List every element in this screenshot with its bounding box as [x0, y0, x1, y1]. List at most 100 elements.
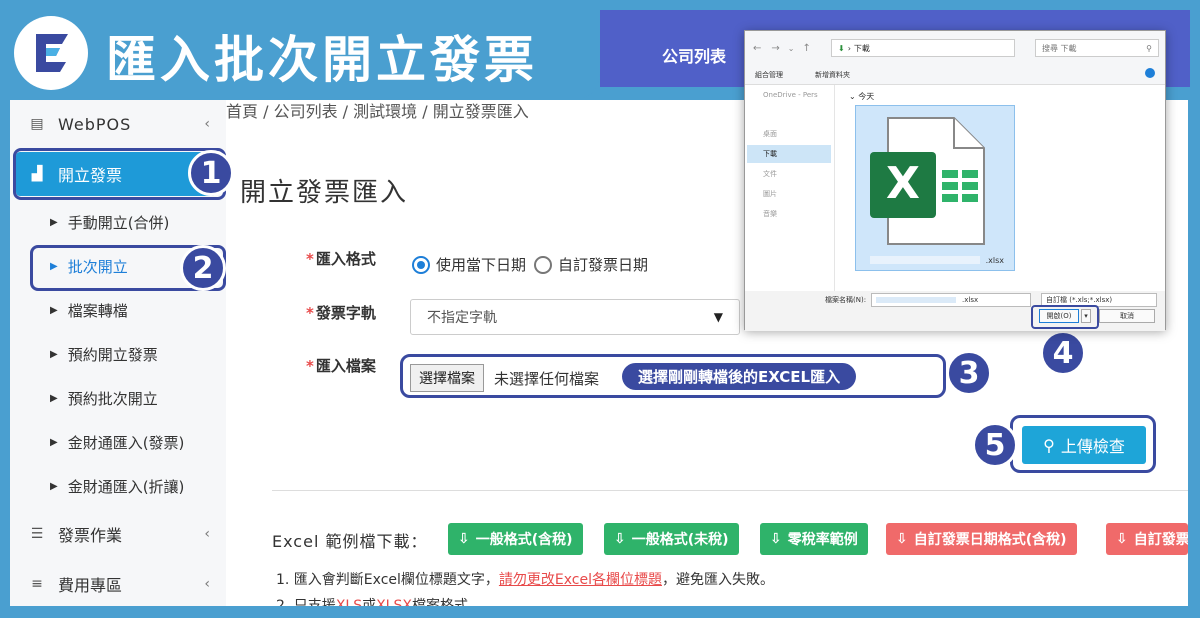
sub-item-schedule-batch[interactable]: ▶ 預約批次開立 [50, 388, 158, 409]
sub-item-label: 金財通匯入(發票) [67, 434, 185, 452]
chevron-left-icon: ‹ [204, 526, 210, 542]
caret-right-icon: ▶ [50, 305, 58, 316]
download-general-notax-button[interactable]: ⇩ 一般格式(未稅) [604, 523, 739, 555]
note-link[interactable]: 請勿更改Excel各欄位標題 [499, 572, 662, 588]
list-icon: ☰ [30, 526, 44, 542]
forward-arrow-icon[interactable]: → [771, 43, 779, 54]
radio-current-date[interactable]: 使用當下日期 [412, 254, 526, 275]
caret-right-icon: ▶ [50, 217, 58, 228]
sub-item-schedule[interactable]: ▶ 預約開立發票 [50, 344, 158, 365]
nav-documents[interactable]: 文件 [763, 169, 777, 179]
step-4-badge: 4 [1040, 330, 1086, 376]
download-zero-tax-button[interactable]: ⇩ 零稅率範例 [760, 523, 868, 555]
file-name-label: .xlsx [985, 256, 1004, 265]
track-label: * 發票字軌 [306, 304, 376, 322]
banner-title: 匯入批次開立發票 [106, 31, 538, 89]
header-banner: 匯入批次開立發票 [0, 0, 600, 100]
radio-custom-date[interactable]: 自訂發票日期 [534, 254, 648, 275]
open-dropdown-icon[interactable]: ▾ [1081, 309, 1091, 323]
logo-mark [36, 34, 68, 72]
chevron-left-icon: ‹ [204, 576, 210, 592]
filename-label: 檔案名稱(N): [825, 296, 867, 304]
note-1: 1. 匯入會判斷Excel欄位標題文字，請勿更改Excel各欄位標題，避免匯入失… [276, 572, 774, 588]
upload-check-button[interactable]: ⚲ 上傳檢查 [1022, 426, 1146, 464]
bars-icon: ≡ [31, 576, 43, 592]
chevron-left-icon: ‹ [204, 116, 210, 132]
download-custom-button[interactable]: ⇩ 自訂發票 [1106, 523, 1188, 555]
page-title: 開立發票匯入 [240, 178, 409, 208]
address-path: 下載 [853, 43, 870, 53]
note-2: 2. 只支援XLS或XLSX檔案格式。 [276, 598, 482, 606]
download-general-tax-button[interactable]: ⇩ 一般格式(含稅) [448, 523, 583, 555]
up-arrow-icon[interactable]: ↑ [802, 43, 810, 54]
step-5-badge: 5 [972, 422, 1018, 468]
help-icon[interactable] [1145, 68, 1155, 78]
format-label: * 匯入格式 [306, 250, 376, 268]
back-arrow-icon[interactable]: ← [753, 43, 761, 54]
file-hint-pill: 選擇剛剛轉檔後的EXCEL匯入 [622, 363, 857, 390]
brand-logo [14, 16, 88, 90]
dialog-bottom-bar: 檔案名稱(N): .xlsx 自訂檔 (*.xls;*.xlsx) 開啟(O) … [745, 291, 1165, 331]
sidebar-item-label: 發票作業 [58, 526, 123, 545]
sidebar-item-webpos[interactable]: ▤ WebPOS ‹ [10, 110, 226, 138]
sub-item-import-allowance[interactable]: ▶ 金財通匯入(折讓) [50, 476, 184, 497]
sub-item-label: 預約開立發票 [67, 346, 158, 364]
address-bar[interactable]: ⬇ › 下載 [831, 39, 1015, 57]
excel-file-tile[interactable]: X .xlsx [855, 105, 1015, 271]
sub-item-import-invoice[interactable]: ▶ 金財通匯入(發票) [50, 432, 184, 453]
sub-item-label: 手動開立(合併) [67, 214, 170, 232]
nav-onedrive[interactable]: OneDrive - Pers [763, 91, 818, 99]
radio-dot [534, 255, 553, 274]
caret-right-icon: ▶ [50, 393, 58, 404]
search-icon: ⚲ [1043, 435, 1055, 455]
track-select-value: 不指定字軌 [427, 310, 497, 326]
sidebar-item-fees[interactable]: ≡ 費用專區 ‹ [10, 570, 226, 598]
nav-pictures[interactable]: 圖片 [763, 189, 777, 199]
download-folder-icon: ⬇ [838, 43, 845, 53]
cancel-button[interactable]: 取消 [1099, 309, 1155, 323]
step-3-badge: 3 [946, 350, 992, 396]
sidebar-item-label: WebPOS [58, 114, 132, 134]
cloud-download-icon: ⇩ [896, 531, 908, 547]
dialog-file-pane: ⌄ 今天 X .xlsx [839, 85, 1155, 291]
dialog-nav-pane: OneDrive - Pers 桌面 下載 文件 圖片 音樂 [745, 85, 835, 291]
sub-item-label: 檔案轉檔 [67, 302, 128, 320]
caret-right-icon: ▶ [50, 481, 58, 492]
dialog-search-input[interactable]: 搜尋 下載 ⚲ [1035, 39, 1159, 57]
filename-blur [876, 297, 956, 303]
step-1-badge: 1 [188, 150, 234, 196]
cloud-download-icon: ⇩ [1116, 531, 1128, 547]
sidebar-item-label: 費用專區 [58, 576, 123, 595]
track-select[interactable]: 不指定字軌 ▼ [410, 299, 740, 335]
sub-item-label: 預約批次開立 [67, 390, 158, 408]
chevron-down-icon[interactable]: ⌄ [788, 44, 795, 53]
nav-music[interactable]: 音樂 [763, 209, 777, 219]
new-folder-button[interactable]: 新增資料夾 [815, 70, 850, 80]
nav-desktop[interactable]: 桌面 [763, 129, 777, 139]
choose-file-button[interactable]: 選擇檔案 [410, 364, 484, 392]
caret-down-icon: ▼ [713, 310, 723, 324]
sub-item-label: 金財通匯入(折讓) [67, 478, 185, 496]
file-name-blur [870, 256, 980, 264]
filename-value: .xlsx [962, 296, 979, 304]
sub-item-manual[interactable]: ▶ 手動開立(合併) [50, 212, 169, 233]
radio-dot [412, 255, 430, 274]
caret-right-icon: ▶ [50, 349, 58, 360]
breadcrumb: 首頁 / 公司列表 / 測試環境 / 開立發票匯入 [226, 102, 529, 121]
nav-downloads[interactable]: 下載 [747, 145, 831, 163]
excel-letter: X [886, 158, 920, 209]
cloud-download-icon: ⇩ [458, 531, 470, 547]
filename-input[interactable]: .xlsx [871, 293, 1031, 307]
search-placeholder: 搜尋 下載 [1042, 43, 1077, 53]
file-label: * 匯入檔案 [306, 357, 376, 375]
organize-button[interactable]: 組合管理 [755, 70, 783, 80]
cloud-download-icon: ⇩ [770, 531, 782, 547]
section-divider [272, 490, 1188, 491]
download-label: Excel 範例檔下載： [272, 532, 428, 551]
sidebar-item-operations[interactable]: ☰ 發票作業 ‹ [10, 520, 226, 548]
open-button[interactable]: 開啟(O) [1039, 309, 1079, 323]
download-custom-date-tax-button[interactable]: ⇩ 自訂發票日期格式(含稅) [886, 523, 1077, 555]
company-list-link[interactable]: 公司列表 [662, 43, 726, 67]
dialog-toolbar: 組合管理 新增資料夾 [745, 65, 1165, 85]
sub-item-convert[interactable]: ▶ 檔案轉檔 [50, 300, 128, 321]
